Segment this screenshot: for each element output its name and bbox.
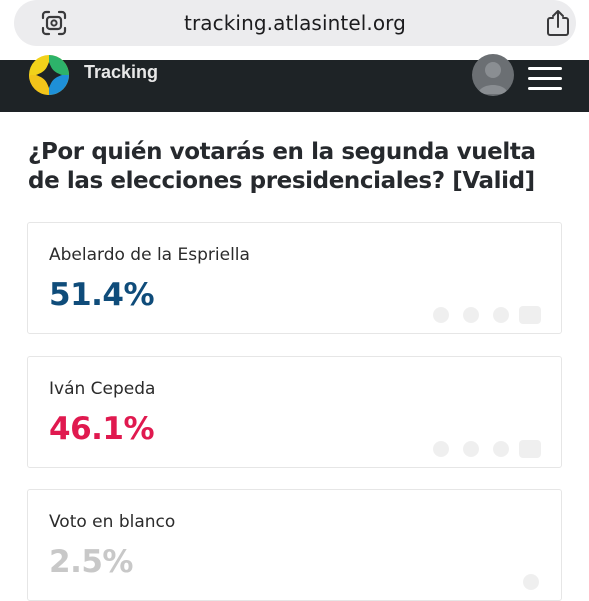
candidate-card: Abelardo de la Espriella 51.4%	[27, 222, 562, 334]
address-bar[interactable]: tracking.atlasintel.org	[14, 0, 576, 46]
poll-question: ¿Por quién votarás en la segunda vuelta …	[28, 139, 536, 194]
candidate-percentage: 46.1%	[49, 411, 155, 447]
browser-toolbar: tracking.atlasintel.org	[0, 0, 589, 60]
menu-bar	[528, 67, 562, 70]
menu-bar	[528, 87, 562, 90]
brand-title[interactable]: Tracking	[84, 62, 158, 83]
candidate-card: Iván Cepeda 46.1%	[27, 356, 562, 468]
candidate-name: Voto en blanco	[49, 512, 176, 532]
menu-bar	[528, 77, 562, 80]
hamburger-menu-icon[interactable]	[528, 65, 562, 91]
candidate-percentage: 51.4%	[49, 277, 155, 313]
user-avatar-icon	[478, 62, 508, 94]
card-watermark-icon	[433, 440, 541, 458]
atlas-logo[interactable]	[26, 52, 72, 98]
candidate-percentage: 2.5%	[49, 544, 133, 580]
url-text[interactable]: tracking.atlasintel.org	[14, 11, 576, 35]
candidate-name: Abelardo de la Espriella	[49, 245, 250, 265]
candidate-card: Voto en blanco 2.5%	[27, 489, 562, 601]
user-avatar[interactable]	[472, 54, 514, 96]
candidate-name: Iván Cepeda	[49, 379, 156, 399]
site-header: Tracking	[0, 54, 589, 112]
card-watermark-icon	[523, 574, 539, 590]
card-watermark-icon	[433, 306, 541, 324]
share-icon[interactable]	[544, 8, 572, 38]
